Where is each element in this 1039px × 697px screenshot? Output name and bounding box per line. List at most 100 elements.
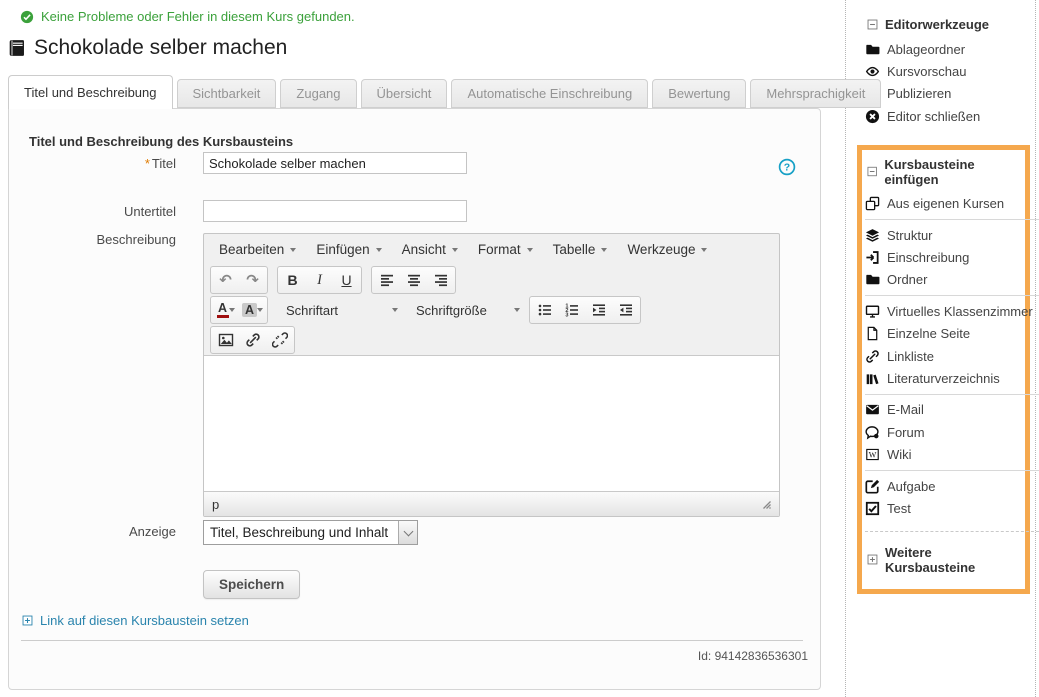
background-color-icon: A [242,303,257,317]
title-input[interactable] [203,152,467,174]
chevron-down-icon [290,248,296,252]
sidebar-item-e-mail[interactable]: E-Mail [865,399,1025,421]
align-right-button[interactable] [427,268,454,292]
numbered-list-button[interactable] [558,298,585,322]
outdent-button[interactable] [612,298,639,322]
font-size-select-label: Schriftgröße [416,303,487,318]
font-size-select[interactable]: Schriftgröße [407,297,529,323]
sidebar-item-virtuelles-klassenzimmer[interactable]: Virtuelles Klassenzimmer [865,300,1025,322]
tab-übersicht[interactable]: Übersicht [361,79,448,108]
align-center-button[interactable] [400,268,427,292]
folder-icon [865,272,880,287]
check-circle-icon [20,10,34,24]
help-icon[interactable] [778,158,796,176]
editor-resize-handle[interactable] [760,497,771,512]
sidebar-item-ablageordner[interactable]: Ablageordner [865,38,1037,60]
sidebar-item-label: Struktur [887,228,933,243]
sidebar-item-ordner[interactable]: Ordner [865,269,1025,291]
set-link-label: Link auf diesen Kursbaustein setzen [40,613,249,628]
tab-zugang[interactable]: Zugang [280,79,356,108]
chevron-down-icon [257,308,263,312]
chevron-down-icon [514,308,520,312]
sidebar-item-label: Literaturverzeichnis [887,371,1000,386]
insert-link-button[interactable] [239,328,266,352]
tab-sichtbarkeit[interactable]: Sichtbarkeit [177,79,277,108]
sidebar-item-label: Virtuelles Klassenzimmer [887,304,1033,319]
undo-icon: ↶ [219,271,232,289]
sidebar-divider [865,394,1039,395]
status-banner: Keine Probleme oder Fehler in diesem Kur… [20,9,355,24]
page-icon [865,326,880,341]
layers-icon [865,228,880,243]
sidebar-item-label: Aufgabe [887,479,935,494]
bullet-list-button[interactable] [531,298,558,322]
close-circle-icon [865,109,880,124]
insert-image-button[interactable] [212,328,239,352]
set-link-toggle[interactable]: Link auf diesen Kursbaustein setzen [21,613,249,628]
font-family-select[interactable]: Schriftart [277,297,407,323]
sidebar-item-aufgabe[interactable]: Aufgabe [865,475,1025,497]
editor-element-path[interactable]: p [212,497,219,512]
sidebar-divider [865,531,1039,532]
indent-button[interactable] [585,298,612,322]
italic-button[interactable]: I [306,268,333,292]
sidebar-item-struktur[interactable]: Struktur [865,224,1025,246]
sidebar-item-kursvorschau[interactable]: Kursvorschau [865,60,1037,82]
chevron-down-icon [527,248,533,252]
node-id-text: Id: 94142836536301 [698,649,808,663]
background-color-button[interactable]: A [239,298,266,322]
sidebar-item-label: Kursvorschau [887,64,966,79]
sidebar-section-header-insert-course-elements[interactable]: Kursbausteine einfügen [865,154,1025,193]
status-banner-text: Keine Probleme oder Fehler in diesem Kur… [41,9,355,24]
menu-tabelle[interactable]: Tabelle [543,236,618,264]
text-color-button[interactable]: A [212,298,239,322]
plus-box-icon [866,553,879,566]
sidebar-item-literaturverzeichnis[interactable]: Literaturverzeichnis [865,367,1025,389]
menu-bearbeiten[interactable]: Bearbeiten [209,236,306,264]
sidebar-item-test[interactable]: Test [865,497,1025,519]
sidebar-item-einschreibung[interactable]: Einschreibung [865,246,1025,268]
bold-icon: B [287,272,297,288]
page-title: Schokolade selber machen [8,36,287,60]
sidebar-section-header-editor-tools[interactable]: Editorwerkzeuge [865,14,1037,38]
sidebar-subheader-weitere-kursbausteine[interactable]: Weitere Kursbausteine [865,542,1025,581]
books-icon [865,371,880,386]
editor-content-area[interactable] [204,355,779,491]
tab-mehrsprachigkeit[interactable]: Mehrsprachigkeit [750,79,881,108]
unlink-icon [272,332,288,348]
sidebar-section-insert-course-elements: Kursbausteine einfügenAus eigenen Kursen… [857,145,1030,594]
sidebar-item-linkliste[interactable]: Linkliste [865,345,1025,367]
menu-format[interactable]: Format [468,236,543,264]
chevron-down-icon [452,248,458,252]
tab-automatische-einschreibung[interactable]: Automatische Einschreibung [451,79,648,108]
sidebar-item-label: Ordner [887,272,927,287]
title-label: *Titel [9,156,176,171]
sidebar-item-label: Einschreibung [887,250,969,265]
subtitle-input[interactable] [203,200,467,222]
sidebar-item-wiki[interactable]: Wiki [865,443,1025,465]
unlink-button[interactable] [266,328,293,352]
align-left-button[interactable] [373,268,400,292]
sidebar-item-forum[interactable]: Forum [865,421,1025,443]
sidebar-item-publizieren[interactable]: Publizieren [865,83,1037,105]
undo-button[interactable]: ↶ [212,268,239,292]
sidebar-item-editor-schließen[interactable]: Editor schließen [865,105,1037,127]
sidebar-item-einzelne-seite[interactable]: Einzelne Seite [865,323,1025,345]
redo-icon: ↷ [246,271,259,289]
underline-button[interactable]: U [333,268,360,292]
tab-titel-und-beschreibung[interactable]: Titel und Beschreibung [8,75,173,109]
menu-einfügen[interactable]: Einfügen [306,236,391,264]
numbered-list-icon [564,302,580,318]
menu-ansicht[interactable]: Ansicht [392,236,468,264]
menu-label: Bearbeiten [219,242,284,257]
redo-button[interactable]: ↷ [239,268,266,292]
sidebar-item-aus-eigenen-kursen[interactable]: Aus eigenen Kursen [865,193,1025,215]
sidebar-item-label: Wiki [887,447,912,462]
bold-button[interactable]: B [279,268,306,292]
copy-icon [865,196,880,211]
tab-bewertung[interactable]: Bewertung [652,79,746,108]
save-button[interactable]: Speichern [203,570,300,599]
menu-werkzeuge[interactable]: Werkzeuge [617,236,717,264]
display-select[interactable]: Titel, Beschreibung und Inhalt [203,520,418,545]
display-label: Anzeige [9,524,176,539]
